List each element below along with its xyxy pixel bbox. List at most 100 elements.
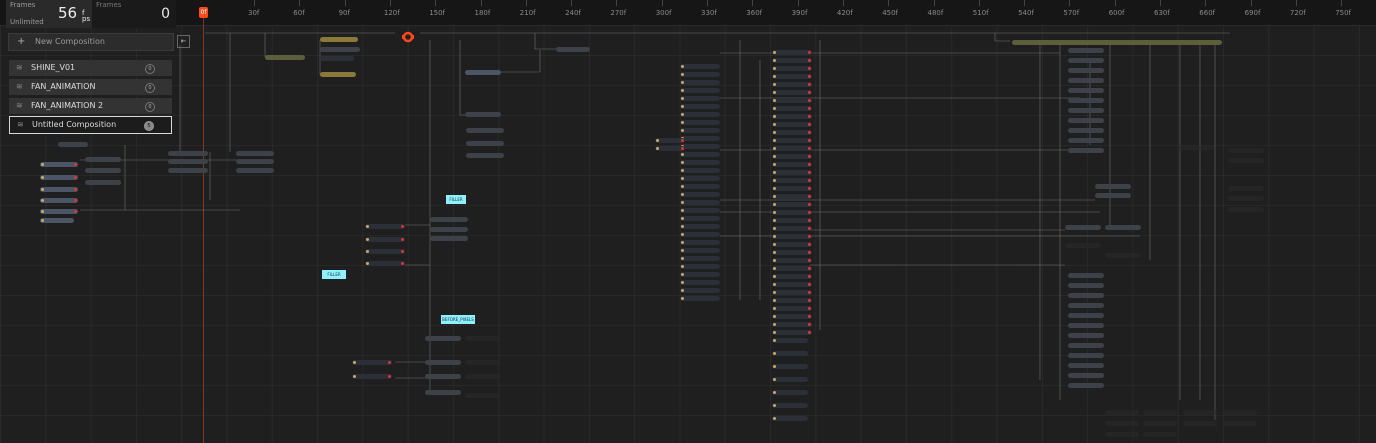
graph-node[interactable]	[1068, 68, 1104, 73]
port-dot[interactable]	[353, 361, 356, 364]
graph-node[interactable]	[465, 336, 501, 341]
graph-node[interactable]	[365, 237, 405, 242]
port-dot[interactable]	[773, 283, 776, 286]
port-dot[interactable]	[681, 97, 684, 100]
graph-node[interactable]	[425, 374, 461, 379]
graph-node[interactable]	[1228, 196, 1264, 201]
port-dot[interactable]	[681, 105, 684, 108]
port-dot[interactable]	[773, 59, 776, 62]
port-dot[interactable]	[41, 188, 44, 191]
graph-node[interactable]	[40, 175, 78, 180]
port-dot[interactable]	[773, 267, 776, 270]
graph-node[interactable]	[772, 306, 812, 311]
graph-node[interactable]	[1068, 323, 1104, 328]
port-dot[interactable]	[681, 169, 684, 172]
graph-node[interactable]	[40, 218, 74, 223]
port-dot[interactable]	[808, 275, 811, 278]
graph-node[interactable]	[1223, 410, 1257, 415]
port-dot[interactable]	[773, 417, 776, 420]
port-dot[interactable]	[773, 179, 776, 182]
graph-node[interactable]	[655, 138, 685, 143]
graph-node[interactable]	[772, 390, 808, 395]
graph-node[interactable]	[1068, 108, 1104, 113]
graph-node[interactable]	[168, 159, 208, 164]
collapse-icon[interactable]: ⇤	[177, 35, 190, 48]
graph-node[interactable]	[772, 416, 808, 421]
graph-node[interactable]	[772, 298, 812, 303]
port-dot[interactable]	[773, 243, 776, 246]
graph-node[interactable]	[1228, 148, 1264, 153]
port-dot[interactable]	[808, 307, 811, 310]
port-dot[interactable]	[773, 211, 776, 214]
port-dot[interactable]	[808, 203, 811, 206]
graph-node[interactable]	[236, 168, 274, 173]
graph-node[interactable]	[1068, 48, 1104, 53]
graph-node[interactable]	[772, 50, 812, 55]
port-dot[interactable]	[401, 225, 404, 228]
port-dot[interactable]	[681, 273, 684, 276]
graph-node[interactable]	[85, 157, 121, 162]
graph-node[interactable]	[1228, 207, 1264, 212]
graph-node[interactable]	[680, 280, 720, 285]
port-dot[interactable]	[74, 199, 77, 202]
graph-node[interactable]	[465, 112, 501, 117]
graph-node[interactable]	[168, 151, 208, 156]
port-dot[interactable]	[808, 179, 811, 182]
port-dot[interactable]	[808, 139, 811, 142]
canvas-label[interactable]: FILLER	[322, 270, 346, 279]
graph-node[interactable]	[1065, 225, 1101, 230]
new-composition-button[interactable]: + New Composition	[8, 33, 174, 51]
graph-node[interactable]	[1012, 40, 1222, 45]
graph-node[interactable]	[1183, 410, 1217, 415]
graph-node[interactable]	[320, 56, 354, 61]
graph-node[interactable]	[352, 374, 392, 379]
port-dot[interactable]	[681, 193, 684, 196]
port-dot[interactable]	[773, 251, 776, 254]
port-dot[interactable]	[773, 259, 776, 262]
port-dot[interactable]	[773, 123, 776, 126]
port-dot[interactable]	[681, 201, 684, 204]
port-dot[interactable]	[681, 129, 684, 132]
graph-node[interactable]	[320, 72, 356, 77]
graph-node[interactable]	[772, 106, 812, 111]
port-dot[interactable]	[773, 275, 776, 278]
port-dot[interactable]	[808, 259, 811, 262]
graph-node[interactable]	[772, 364, 808, 369]
graph-node[interactable]	[365, 261, 405, 266]
graph-node[interactable]	[1228, 186, 1264, 191]
graph-node[interactable]	[772, 90, 812, 95]
port-dot[interactable]	[808, 211, 811, 214]
graph-node[interactable]	[40, 209, 78, 214]
port-dot[interactable]	[808, 235, 811, 238]
graph-node[interactable]	[1068, 283, 1104, 288]
graph-node[interactable]	[680, 232, 720, 237]
port-dot[interactable]	[808, 115, 811, 118]
composition-item-active[interactable]: ≋ Untitled Composition 5	[9, 116, 172, 134]
graph-node[interactable]	[772, 290, 812, 295]
graph-node[interactable]	[680, 160, 720, 165]
graph-node[interactable]	[265, 55, 305, 60]
port-dot[interactable]	[388, 361, 391, 364]
port-dot[interactable]	[41, 219, 44, 222]
port-dot[interactable]	[681, 139, 684, 142]
graph-node[interactable]	[1068, 98, 1104, 103]
graph-node[interactable]	[772, 242, 812, 247]
port-dot[interactable]	[773, 227, 776, 230]
port-dot[interactable]	[74, 188, 77, 191]
graph-node[interactable]	[466, 153, 504, 158]
graph-node[interactable]	[680, 256, 720, 261]
graph-node[interactable]	[466, 128, 504, 133]
graph-node[interactable]	[680, 224, 720, 229]
port-dot[interactable]	[773, 378, 776, 381]
port-dot[interactable]	[681, 185, 684, 188]
graph-node[interactable]	[772, 74, 812, 79]
graph-node[interactable]	[772, 130, 812, 135]
graph-node[interactable]	[680, 272, 720, 277]
graph-node[interactable]	[772, 403, 808, 408]
port-dot[interactable]	[681, 73, 684, 76]
graph-node[interactable]	[772, 234, 812, 239]
port-dot[interactable]	[773, 147, 776, 150]
port-dot[interactable]	[773, 291, 776, 294]
port-dot[interactable]	[808, 227, 811, 230]
port-dot[interactable]	[808, 155, 811, 158]
